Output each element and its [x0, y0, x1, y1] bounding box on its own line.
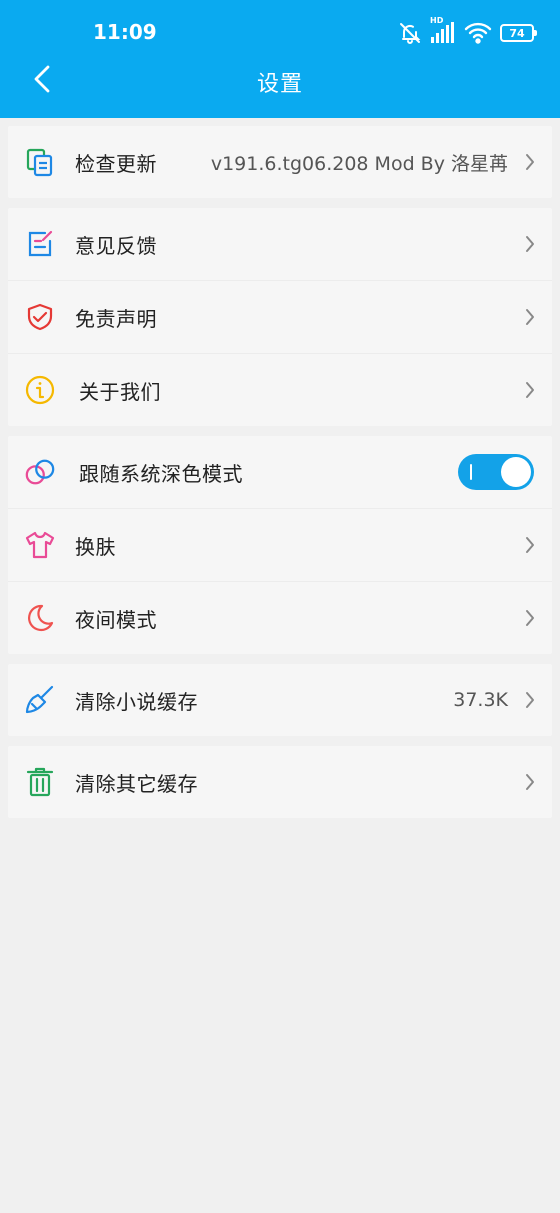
- novel-cache-size: 37.3K: [453, 689, 508, 711]
- page-title: 设置: [256, 72, 303, 97]
- app-header: 11:09 HD 74 设置: [0, 0, 560, 118]
- chevron-right-icon: [522, 690, 538, 710]
- chevron-right-icon: [522, 380, 538, 400]
- night-mode-row[interactable]: 夜间模式: [8, 581, 552, 654]
- settings-group-novel-cache: 清除小说缓存 37.3K: [8, 664, 552, 736]
- version-value: v191.6.tg06.208 Mod By 洛星苒: [210, 152, 508, 175]
- bell-muted-icon: [398, 21, 422, 45]
- settings-list: 检查更新 v191.6.tg06.208 Mod By 洛星苒 意见反馈 免责声…: [8, 118, 552, 818]
- clear-novel-cache-row[interactable]: 清除小说缓存 37.3K: [8, 664, 552, 736]
- disclaimer-label: 免责声明: [75, 306, 157, 331]
- follow-system-dark-label: 跟随系统深色模式: [79, 461, 243, 486]
- moon-icon: [24, 602, 56, 634]
- battery-level: 74: [509, 26, 525, 40]
- shield-check-icon: [24, 301, 56, 333]
- battery-icon: 74: [500, 24, 537, 42]
- trash-icon: [24, 766, 56, 798]
- settings-group-about: 意见反馈 免责声明 关于我们: [8, 208, 552, 426]
- clear-other-cache-label: 清除其它缓存: [75, 771, 198, 796]
- skin-label: 换肤: [75, 534, 116, 559]
- chevron-right-icon: [522, 152, 538, 172]
- network-label: HD: [430, 16, 444, 25]
- status-icons: HD 74: [398, 16, 537, 46]
- settings-group-update: 检查更新 v191.6.tg06.208 Mod By 洛星苒: [8, 126, 552, 198]
- about-us-label: 关于我们: [79, 379, 161, 404]
- toggle-on-mark: [470, 464, 472, 480]
- chevron-right-icon: [522, 307, 538, 327]
- info-icon: [24, 374, 56, 406]
- check-update-label: 检查更新: [75, 151, 157, 176]
- dark-mode-toggle[interactable]: [458, 454, 534, 490]
- settings-group-appearance: 跟随系统深色模式 换肤 夜间模式: [8, 436, 552, 654]
- feedback-row[interactable]: 意见反馈: [8, 208, 552, 280]
- rings-icon: [24, 456, 56, 488]
- tshirt-icon: [24, 529, 56, 561]
- about-us-row[interactable]: 关于我们: [8, 353, 552, 426]
- chevron-right-icon: [522, 234, 538, 254]
- disclaimer-row[interactable]: 免责声明: [8, 280, 552, 353]
- skin-row[interactable]: 换肤: [8, 508, 552, 581]
- feedback-edit-icon: [24, 228, 56, 260]
- chevron-right-icon: [522, 772, 538, 792]
- chevron-right-icon: [522, 608, 538, 628]
- wifi-icon: [464, 22, 492, 44]
- signal-icon: HD: [430, 16, 456, 44]
- check-update-row[interactable]: 检查更新 v191.6.tg06.208 Mod By 洛星苒: [8, 126, 552, 198]
- clear-other-cache-row[interactable]: 清除其它缓存: [8, 746, 552, 818]
- update-copy-icon: [24, 146, 56, 178]
- clear-novel-cache-label: 清除小说缓存: [75, 689, 198, 714]
- toggle-knob: [501, 457, 531, 487]
- follow-system-dark-row: 跟随系统深色模式: [8, 436, 552, 508]
- status-time: 11:09: [93, 20, 157, 44]
- broom-icon: [24, 684, 56, 716]
- feedback-label: 意见反馈: [75, 233, 157, 258]
- night-mode-label: 夜间模式: [75, 607, 157, 632]
- settings-group-other-cache: 清除其它缓存: [8, 746, 552, 818]
- chevron-right-icon: [522, 535, 538, 555]
